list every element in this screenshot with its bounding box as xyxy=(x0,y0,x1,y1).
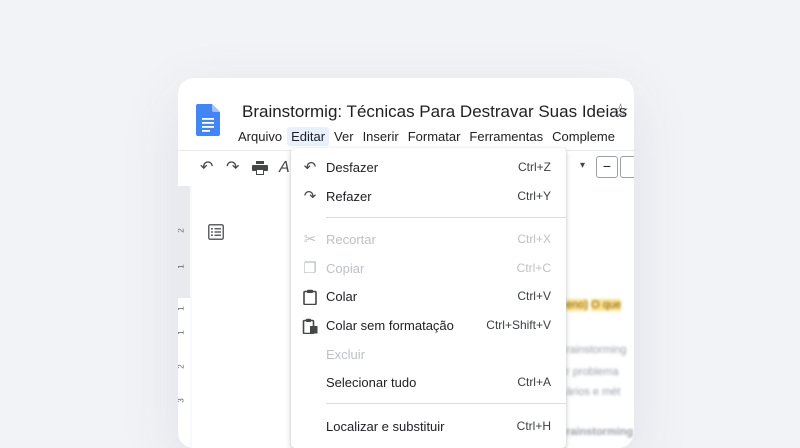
copy-icon: ❐ xyxy=(303,260,317,277)
menu-item-label: Excluir xyxy=(326,347,366,362)
font-size-field[interactable] xyxy=(620,156,634,178)
scissors-icon: ✂ xyxy=(303,231,317,248)
menu-item-shortcut: Ctrl+H xyxy=(516,419,551,433)
menu-item-selecionar-tudo[interactable]: Selecionar tudo Ctrl+A xyxy=(291,371,566,395)
page-body-text: rainstorming xyxy=(566,344,627,356)
menu-divider xyxy=(326,217,566,218)
page-body-text: r problema xyxy=(566,366,619,378)
menu-item-label: Refazer xyxy=(326,189,372,204)
page-heading-text: eno) O que xyxy=(566,299,622,311)
vertical-ruler: 2 1 1 1 2 3 xyxy=(178,186,190,448)
undo-icon[interactable]: ↶ xyxy=(200,159,213,177)
menu-item-shortcut: Ctrl+Shift+V xyxy=(486,318,551,332)
menu-item-localizar-e-substituir[interactable]: Localizar e substituir Ctrl+H xyxy=(291,415,566,439)
menu-item-refazer[interactable]: ↷ Refazer Ctrl+Y xyxy=(291,185,566,209)
ruler-number: 1 xyxy=(178,330,186,334)
menu-item-label: Recortar xyxy=(326,232,376,247)
menu-item-shortcut: Ctrl+C xyxy=(516,261,551,275)
clipboard-icon xyxy=(303,289,317,305)
document-title[interactable]: Brainstormig: Técnicas Para Destravar Su… xyxy=(242,102,627,122)
print-icon[interactable] xyxy=(252,161,268,175)
menu-item-shortcut: Ctrl+X xyxy=(517,232,551,246)
google-docs-icon[interactable] xyxy=(196,104,220,136)
menu-ferramentas[interactable]: Ferramentas xyxy=(465,127,547,146)
menu-item-shortcut: Ctrl+Z xyxy=(518,160,551,174)
chevron-down-icon[interactable]: ▾ xyxy=(580,160,585,171)
decrease-font-size-button[interactable]: − xyxy=(596,156,618,178)
ruler-number: 2 xyxy=(178,228,186,232)
page-body-text: rainstorming xyxy=(566,426,634,438)
ruler-number: 1 xyxy=(178,306,186,310)
menu-ver[interactable]: Ver xyxy=(330,127,358,146)
ruler-number: 1 xyxy=(178,264,186,268)
redo-icon[interactable]: ↷ xyxy=(226,159,239,177)
menu-item-shortcut: Ctrl+Y xyxy=(517,189,551,203)
ruler-number: 2 xyxy=(178,364,186,368)
menu-inserir[interactable]: Inserir xyxy=(359,127,403,146)
undo-icon: ↶ xyxy=(303,159,317,176)
menu-item-label: Selecionar tudo xyxy=(326,375,417,390)
menu-item-label: Colar xyxy=(326,289,358,304)
menu-item-shortcut: Ctrl+V xyxy=(517,289,551,303)
menu-item-label: Colar sem formatação xyxy=(326,318,454,333)
spellcheck-icon[interactable]: A xyxy=(279,159,290,177)
menu-formatar[interactable]: Formatar xyxy=(404,127,465,146)
menu-divider xyxy=(326,403,566,404)
ruler-number: 3 xyxy=(178,398,186,402)
page-body-text: ários e mét xyxy=(566,386,621,398)
menu-item-desfazer[interactable]: ↶ Desfazer Ctrl+Z xyxy=(291,156,566,180)
menu-item-colar[interactable]: Colar Ctrl+V xyxy=(291,285,566,309)
menu-item-label: Copiar xyxy=(326,261,365,276)
menu-item-label: Localizar e substituir xyxy=(326,419,445,434)
menu-item-shortcut: Ctrl+A xyxy=(517,375,551,389)
paste-plain-icon xyxy=(302,318,318,334)
menu-item-colar-sem-formatacao[interactable]: Colar sem formatação Ctrl+Shift+V xyxy=(291,314,566,338)
menu-item-excluir[interactable]: Excluir xyxy=(291,343,566,367)
redo-icon: ↷ xyxy=(303,188,317,205)
document-outline-icon[interactable] xyxy=(208,224,224,240)
menu-item-label: Desfazer xyxy=(326,160,379,175)
menu-arquivo[interactable]: Arquivo xyxy=(234,127,286,146)
menu-bar: Arquivo Editar Ver Inserir Formatar Ferr… xyxy=(234,127,620,146)
menu-item-copiar[interactable]: ❐ Copiar Ctrl+C xyxy=(291,257,566,281)
edit-menu: ↶ Desfazer Ctrl+Z ↷ Refazer Ctrl+Y ✂ Rec… xyxy=(291,148,566,448)
menu-complementos[interactable]: Compleme xyxy=(548,127,619,146)
star-icon[interactable]: ☆ xyxy=(612,102,629,122)
menu-editar[interactable]: Editar xyxy=(287,127,330,146)
menu-item-recortar[interactable]: ✂ Recortar Ctrl+X xyxy=(291,228,566,252)
